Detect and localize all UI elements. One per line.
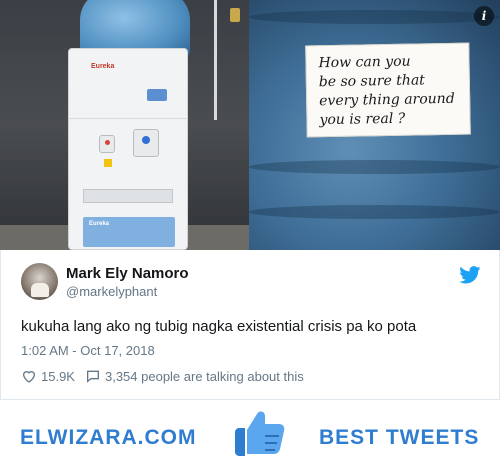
tweet-text: kukuha lang ako ng tubig nagka existenti… <box>21 318 417 335</box>
dispenser-sticker: Eureka <box>83 217 175 247</box>
author-name[interactable]: Mark Ely Namoro <box>66 265 189 282</box>
banner-tagline[interactable]: BEST TWEETS <box>319 426 479 450</box>
warning-sticker <box>104 159 112 167</box>
dispenser-top: Eureka <box>69 49 187 119</box>
handwritten-note: How can you be so sure that every thing … <box>305 42 471 138</box>
sticker-brand: Eureka <box>89 221 110 227</box>
site-banner: ELWIZARA.COM BEST TWEETS <box>0 400 500 472</box>
cold-tap <box>133 129 159 157</box>
heart-icon[interactable] <box>21 368 37 384</box>
like-count[interactable]: 15.9K <box>41 369 75 384</box>
note-line: How can you <box>318 53 411 72</box>
info-icon[interactable]: i <box>474 6 494 26</box>
dispenser-brand: Eureka <box>91 63 115 70</box>
note-line: you is real ? <box>319 110 406 129</box>
water-dispenser: Eureka Eureka <box>68 48 188 250</box>
avatar[interactable] <box>21 263 58 300</box>
tweet-card: Mark Ely Namoro @markelyphant kukuha lan… <box>0 250 500 400</box>
jug-ridge <box>249 205 500 219</box>
thumbs-up-icon <box>235 411 285 456</box>
note-line: every thing around <box>319 90 455 110</box>
reply-bubble-icon[interactable] <box>85 368 101 384</box>
dispenser-label <box>147 89 167 101</box>
tweet-timestamp[interactable]: 1:02 AM - Oct 17, 2018 <box>21 343 155 358</box>
wall-socket <box>230 8 240 22</box>
note-line: be so sure that <box>318 72 425 91</box>
author-handle[interactable]: @markelyphant <box>66 284 157 299</box>
jug-ridge <box>249 160 500 174</box>
wall-cable <box>214 0 217 120</box>
talking-count[interactable]: 3,354 people are talking about this <box>105 369 304 384</box>
twitter-bird-icon[interactable] <box>459 266 481 284</box>
photo-water-dispenser[interactable]: Eureka Eureka <box>0 0 249 250</box>
jug-ridge <box>249 10 500 24</box>
hot-tap <box>99 135 115 153</box>
banner-site-name[interactable]: ELWIZARA.COM <box>20 426 196 450</box>
drip-tray <box>83 189 173 203</box>
tweet-stats: 15.9K 3,354 people are talking about thi… <box>21 368 304 384</box>
